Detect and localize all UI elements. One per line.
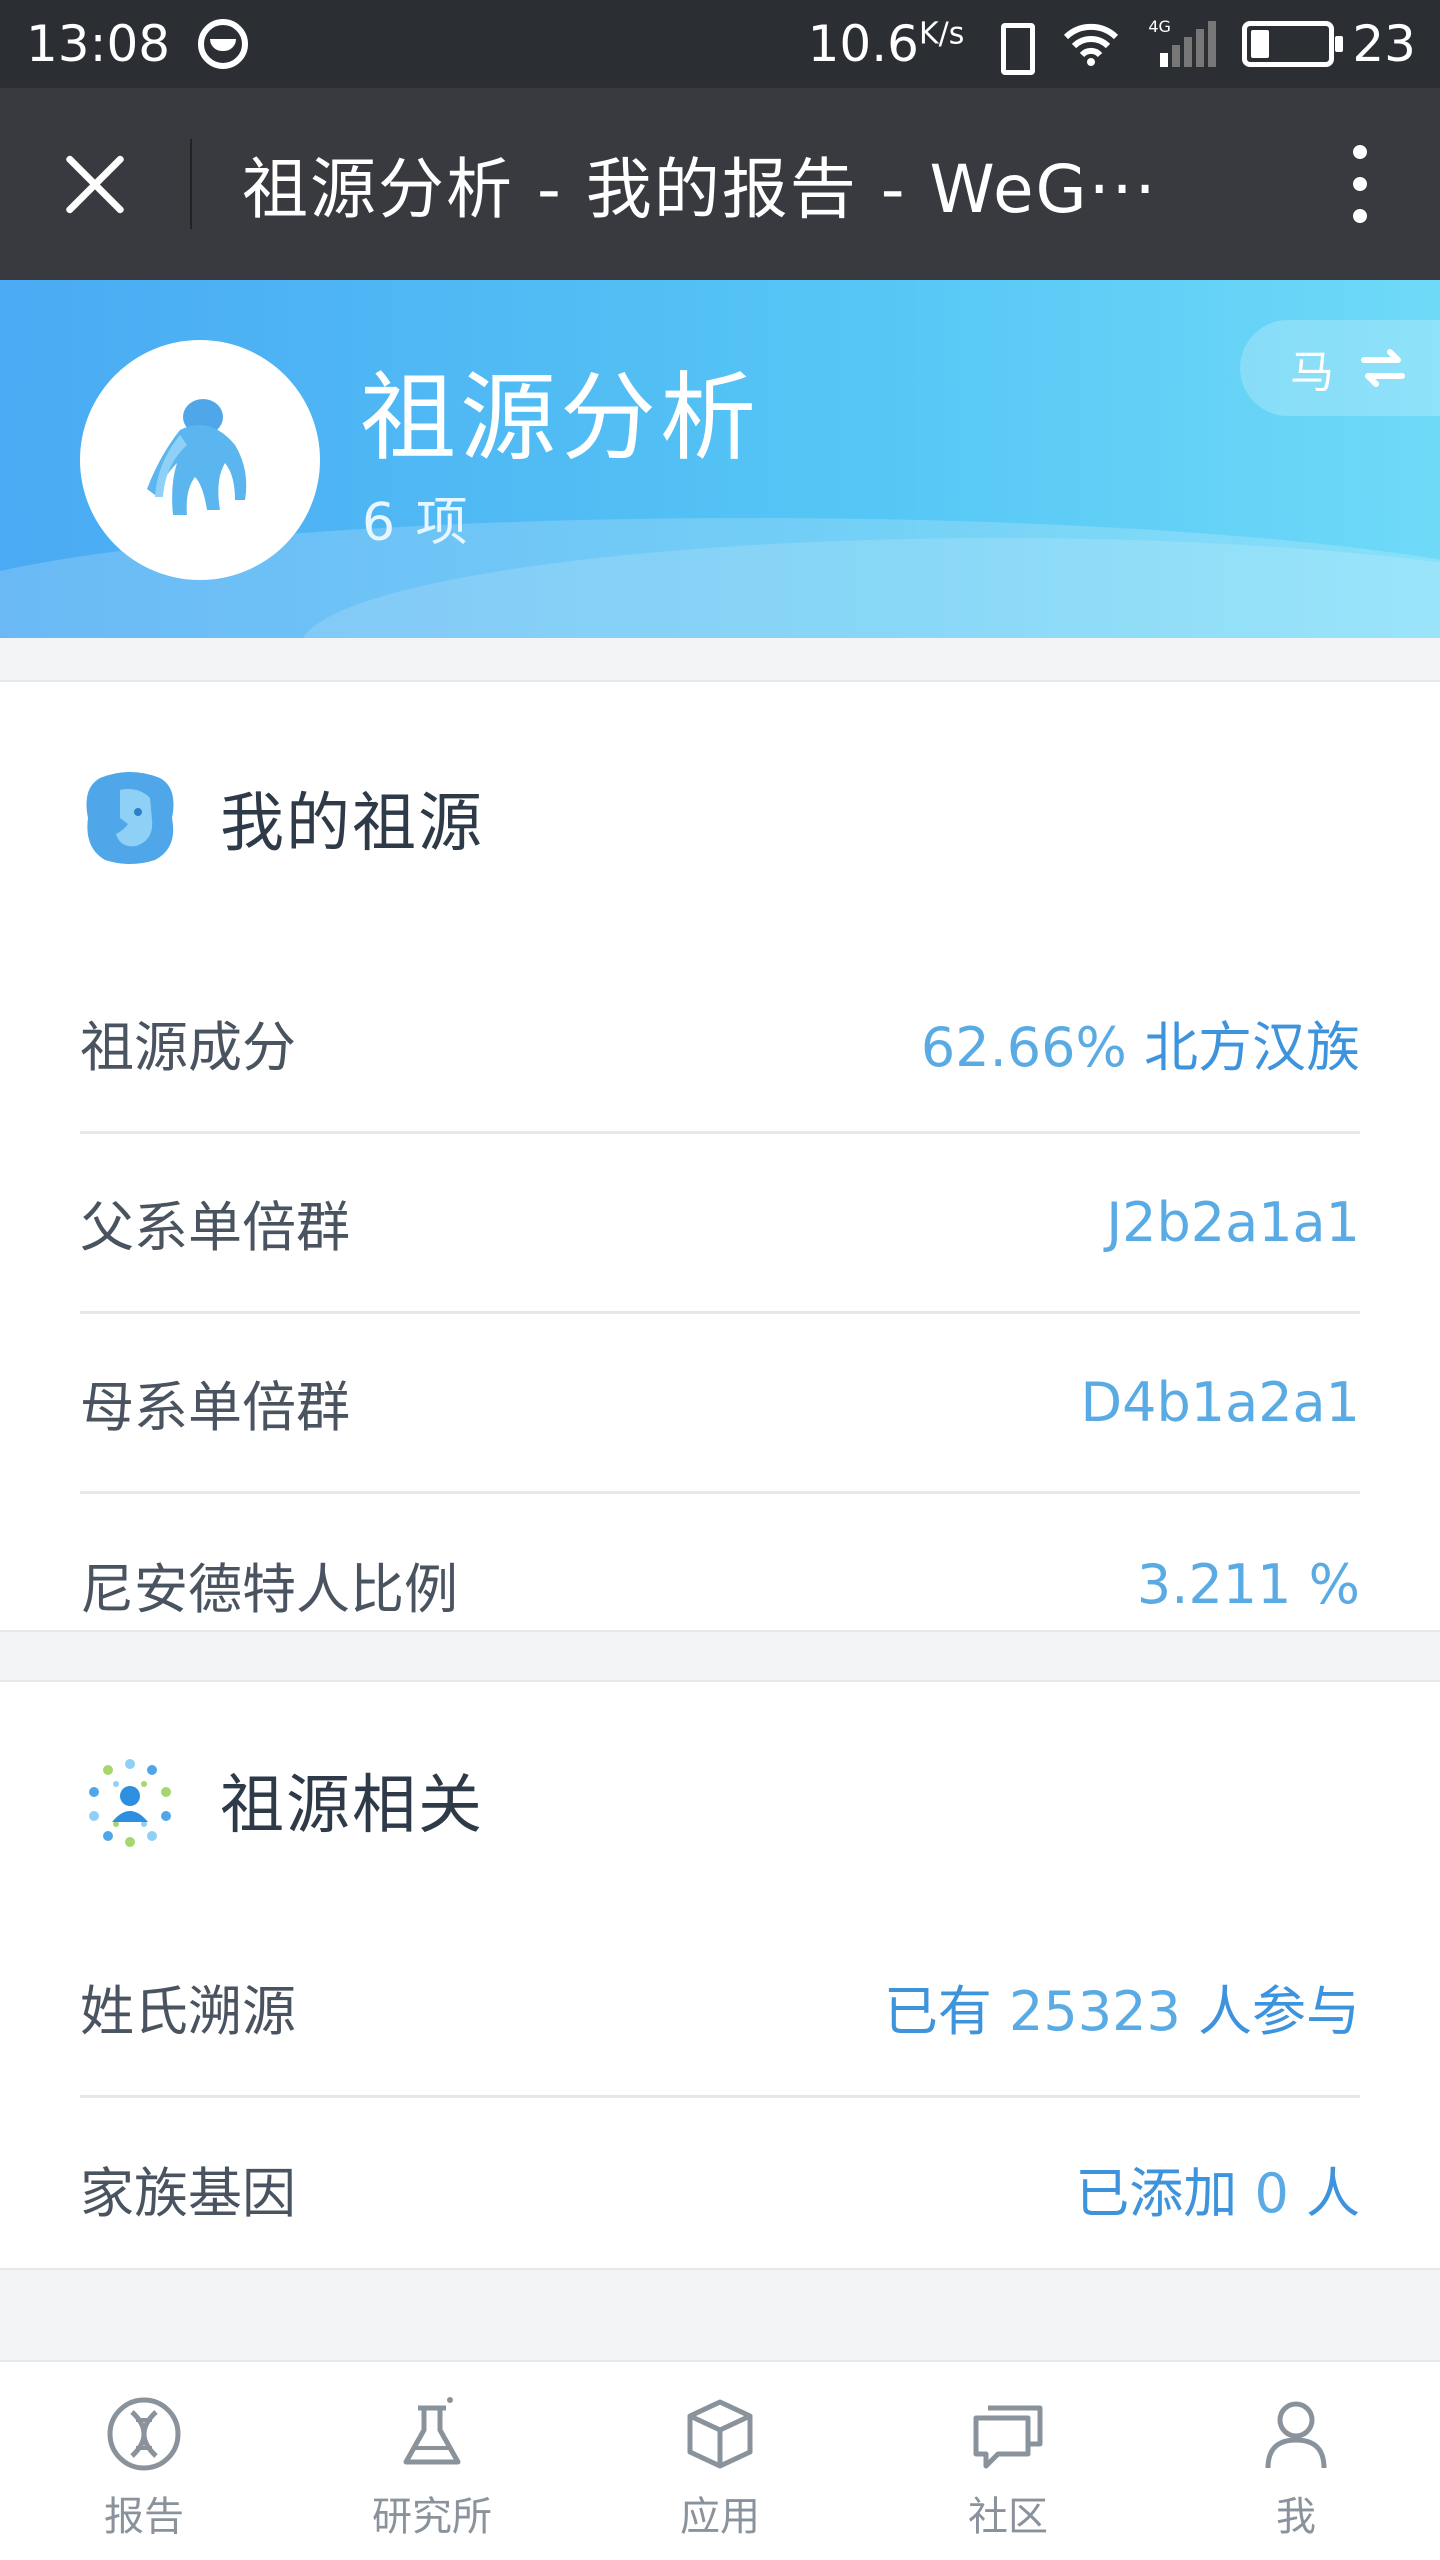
tab-community[interactable]: 社区 (864, 2362, 1152, 2560)
title-divider (190, 139, 192, 229)
wifi-icon (1064, 23, 1119, 66)
ancestry-composition-row[interactable]: 祖源成分 62.66% 北方汉族 (80, 954, 1360, 1134)
profile-switch-label: 马 (1290, 347, 1334, 398)
tab-label: 社区 (968, 2494, 1048, 2540)
surname-origin-row[interactable]: 姓氏溯源 已有 25323 人参与 (80, 1918, 1360, 2098)
hero-item-count: 6 项 (362, 493, 470, 553)
person-icon (1265, 2401, 1327, 2469)
network-speed: 10.6K/s (807, 15, 965, 73)
tab-institute[interactable]: 研究所 (288, 2362, 576, 2560)
ancestry-related-title: 祖源相关 (220, 1769, 484, 1843)
row-label: 父系单倍群 (80, 1196, 350, 1259)
vibrate-icon (990, 19, 1036, 75)
battery-level: 23 (1352, 15, 1416, 73)
tab-label: 我 (1276, 2494, 1316, 2540)
profile-switch-button[interactable]: 马 (1240, 320, 1440, 416)
status-indicators: 10.6K/s 4G 23 (807, 15, 1416, 75)
row-label: 祖源成分 (80, 1016, 296, 1079)
page-title: 祖源分析 - 我的报告 - WeG··· (242, 151, 1158, 228)
my-ancestry-header: 我的祖源 (0, 682, 1440, 954)
row-value: 已有 25323 人参与 (883, 1980, 1360, 2043)
ancestry-related-card: 祖源相关 姓氏溯源 已有 25323 人参与 家族基因 已添加 0 人 (0, 1680, 1440, 2270)
family-genes-row[interactable]: 家族基因 已添加 0 人 (80, 2098, 1360, 2278)
my-ancestry-title: 我的祖源 (220, 787, 484, 861)
row-label: 尼安德特人比例 (80, 1557, 458, 1621)
tab-label: 应用 (680, 2494, 760, 2540)
row-label: 姓氏溯源 (80, 1980, 296, 2043)
moments-icon (198, 19, 249, 69)
close-button[interactable] (0, 88, 190, 280)
network-type: 4G (1148, 17, 1171, 36)
tab-label: 研究所 (372, 2494, 492, 2540)
ape-avatar-icon (80, 340, 320, 580)
title-bar: 祖源分析 - 我的报告 - WeG··· (0, 88, 1440, 280)
bottom-tab-bar: 报告 研究所 应用 社区 我 (0, 2360, 1440, 2560)
network-people-icon (89, 1759, 171, 1847)
hero-title: 祖源分析 (360, 362, 760, 474)
row-value: 3.211 % (1136, 1552, 1360, 1616)
swap-arrows-icon (1361, 349, 1405, 387)
neanderthal-ratio-row[interactable]: 尼安德特人比例 3.211 % (80, 1494, 1360, 1674)
tab-label: 报告 (104, 2494, 184, 2540)
flask-icon (403, 2397, 461, 2465)
status-bar: 13:08 10.6K/s 4G 23 (0, 0, 1440, 88)
tab-report[interactable]: 报告 (0, 2362, 288, 2560)
tab-apps[interactable]: 应用 (576, 2362, 864, 2560)
row-value: D4b1a2a1 (1080, 1371, 1360, 1434)
battery-icon (1242, 21, 1344, 67)
more-options-button[interactable] (1280, 88, 1440, 280)
ape-icon (147, 399, 247, 515)
paternal-haplogroup-row[interactable]: 父系单倍群 J2b2a1a1 (80, 1134, 1360, 1314)
ancestry-related-header: 祖源相关 (0, 1682, 1440, 1918)
row-value: 62.66% 北方汉族 (920, 1016, 1360, 1079)
maternal-haplogroup-row[interactable]: 母系单倍群 D4b1a2a1 (80, 1314, 1360, 1494)
hero-banner: 祖源分析 6 项 马 (0, 280, 1440, 638)
row-label: 母系单倍群 (80, 1376, 350, 1439)
dna-icon (107, 2397, 181, 2471)
tab-me[interactable]: 我 (1152, 2362, 1440, 2560)
status-time: 13:08 (26, 15, 171, 73)
row-label: 家族基因 (80, 2161, 296, 2225)
cube-icon (687, 2399, 753, 2469)
network-speed-unit: K/s (918, 16, 965, 52)
chat-icon (973, 2405, 1043, 2469)
my-ancestry-card: 我的祖源 祖源成分 62.66% 北方汉族 父系单倍群 J2b2a1a1 母系单… (0, 680, 1440, 1632)
row-value: 已添加 0 人 (1075, 2161, 1360, 2225)
row-value: J2b2a1a1 (1106, 1191, 1360, 1254)
cellular-signal-icon: 4G (1146, 17, 1217, 67)
bearded-face-icon (86, 772, 174, 864)
